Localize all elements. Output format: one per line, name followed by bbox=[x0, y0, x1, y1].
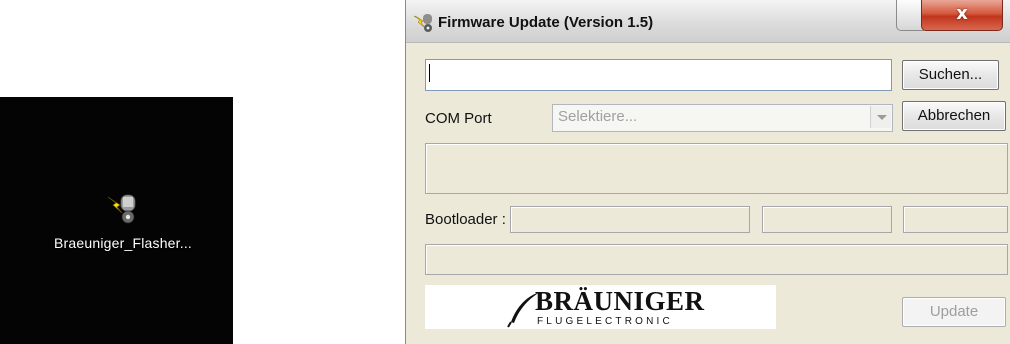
minimize-button[interactable] bbox=[896, 0, 924, 31]
bootloader-field-2 bbox=[762, 206, 892, 233]
com-port-select[interactable]: Selektiere... bbox=[552, 104, 893, 132]
file-path-input[interactable] bbox=[425, 59, 892, 91]
title-bar[interactable]: Firmware Update (Version 1.5) x bbox=[406, 0, 1010, 43]
close-icon: x bbox=[956, 3, 968, 24]
desktop-icon-label: Braeuniger_Flasher... bbox=[53, 235, 193, 251]
bootloader-field-3 bbox=[903, 206, 1008, 233]
progress-bar bbox=[425, 244, 1008, 275]
update-button[interactable]: Update bbox=[902, 297, 1006, 327]
com-port-select-value: Selektiere... bbox=[558, 108, 638, 125]
chevron-down-icon[interactable] bbox=[870, 106, 891, 128]
bootloader-field-1 bbox=[510, 206, 750, 233]
flasher-app-icon bbox=[105, 193, 141, 227]
close-button[interactable]: x bbox=[921, 0, 1003, 31]
app-title-icon bbox=[413, 13, 435, 33]
logo-brand-text: BRÄUNIGER bbox=[535, 286, 705, 316]
com-port-label: COM Port bbox=[425, 110, 492, 127]
text-caret bbox=[429, 64, 430, 82]
brand-logo: BRÄUNIGER FLUGELECTRONIC bbox=[425, 285, 776, 329]
bootloader-label: Bootloader : bbox=[425, 211, 506, 228]
desktop-background: Braeuniger_Flasher... bbox=[0, 97, 233, 344]
desktop-shortcut-flasher[interactable]: Braeuniger_Flasher... bbox=[38, 193, 208, 263]
logo-subline-text: FLUGELECTRONIC bbox=[537, 316, 673, 327]
window-title: Firmware Update (Version 1.5) bbox=[438, 14, 654, 31]
cancel-button[interactable]: Abbrechen bbox=[902, 101, 1006, 131]
status-display bbox=[425, 143, 1008, 194]
search-button[interactable]: Suchen... bbox=[902, 60, 999, 90]
